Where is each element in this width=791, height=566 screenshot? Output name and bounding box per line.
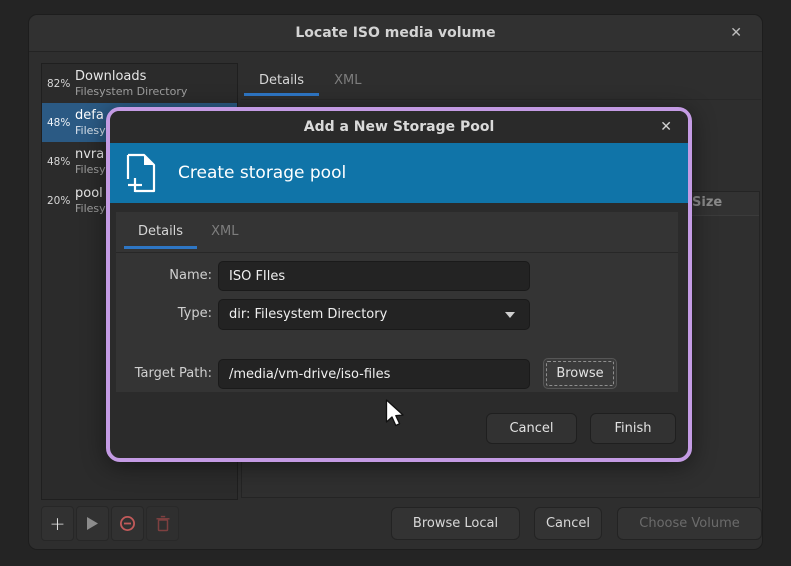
pool-type: Filesy <box>75 124 106 137</box>
tab-xml[interactable]: XML <box>197 212 252 248</box>
browse-local-label: Browse Local <box>413 516 498 531</box>
cancel-label: Cancel <box>546 516 590 531</box>
browse-label: Browse <box>556 366 603 381</box>
pool-usage-percent: 82% <box>47 78 75 90</box>
type-value: dir: Filesystem Directory <box>229 307 387 322</box>
browse-local-button[interactable]: Browse Local <box>391 507 520 540</box>
type-dropdown[interactable]: dir: Filesystem Directory <box>218 299 530 330</box>
pool-usage-percent: 20% <box>47 195 75 207</box>
play-icon <box>86 516 99 531</box>
cancel-button[interactable]: Cancel <box>534 507 602 540</box>
chevron-down-icon <box>505 312 515 318</box>
start-pool-button[interactable] <box>76 506 109 541</box>
window-titlebar[interactable]: Locate ISO media volume ✕ <box>29 15 762 52</box>
trash-icon <box>155 515 171 532</box>
pool-type: Filesy <box>75 202 106 215</box>
new-document-icon <box>124 152 158 194</box>
pool-details-tabbar: DetailsXML <box>241 63 761 100</box>
dialog-titlebar[interactable]: Add a New Storage Pool ✕ <box>110 111 688 143</box>
tab-details[interactable]: Details <box>244 63 319 95</box>
type-label: Type: <box>116 306 212 321</box>
create-pool-banner: Create storage pool <box>110 143 688 203</box>
add-storage-pool-dialog: Add a New Storage Pool ✕ Create storage … <box>106 107 692 462</box>
delete-pool-button[interactable] <box>146 506 179 541</box>
dialog-finish-button[interactable]: Finish <box>590 413 676 444</box>
window-title: Locate ISO media volume <box>295 25 495 41</box>
dialog-tabbar: DetailsXML <box>116 212 678 253</box>
dialog-finish-label: Finish <box>614 421 651 436</box>
stop-pool-button[interactable] <box>111 506 144 541</box>
choose-volume-button[interactable]: Choose Volume <box>617 507 762 540</box>
choose-volume-label: Choose Volume <box>639 516 739 531</box>
pool-name: defa <box>75 108 106 124</box>
pool-name: Downloads <box>75 69 187 85</box>
name-label: Name: <box>116 268 212 283</box>
pool-usage-percent: 48% <box>47 156 75 168</box>
pool-list-item[interactable]: 82%DownloadsFilesystem Directory <box>42 64 237 103</box>
dialog-cancel-label: Cancel <box>509 421 553 436</box>
target-path-input[interactable] <box>218 359 530 389</box>
tab-xml[interactable]: XML <box>319 63 376 95</box>
dialog-form-panel: DetailsXML Name: Type: dir: Filesystem D… <box>116 212 678 392</box>
tab-details[interactable]: Details <box>124 212 197 248</box>
add-pool-button[interactable]: + <box>41 506 74 541</box>
pool-type: Filesy <box>75 163 106 176</box>
browse-button[interactable]: Browse <box>543 358 617 389</box>
pool-name: nvra <box>75 147 106 163</box>
name-input[interactable] <box>218 261 530 291</box>
plus-icon: + <box>50 513 66 535</box>
size-column-header[interactable]: Size <box>692 195 722 210</box>
stop-circle-icon <box>119 515 136 532</box>
window-close-icon[interactable]: ✕ <box>730 25 742 41</box>
dialog-close-icon[interactable]: ✕ <box>660 119 672 135</box>
pool-type: Filesystem Directory <box>75 85 187 98</box>
dialog-cancel-button[interactable]: Cancel <box>486 413 577 444</box>
pool-name: pool <box>75 186 106 202</box>
pool-usage-percent: 48% <box>47 117 75 129</box>
dialog-title: Add a New Storage Pool <box>304 119 495 135</box>
target-path-label: Target Path: <box>112 366 212 381</box>
banner-title: Create storage pool <box>178 163 346 183</box>
